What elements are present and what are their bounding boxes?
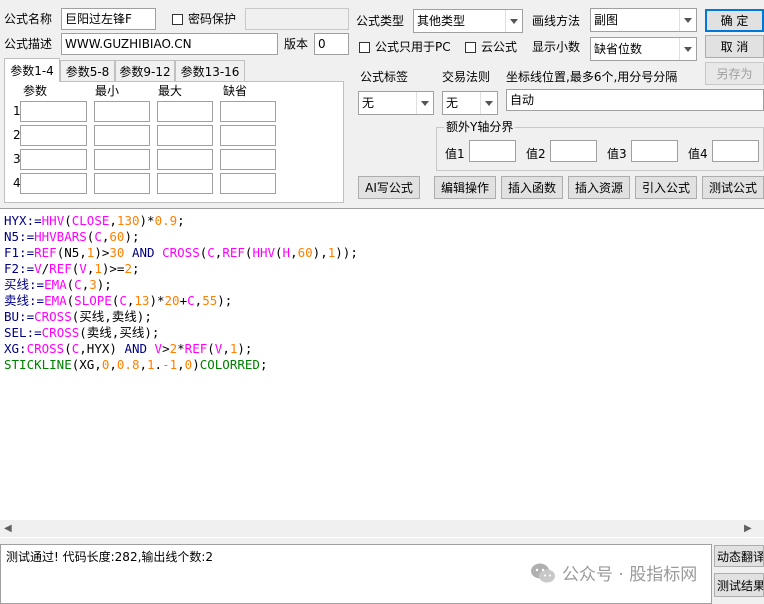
editor-horizontal-scrollbar[interactable]: ◀ ▶ (0, 520, 764, 537)
version-label: 版本 (284, 37, 309, 51)
cancel-button[interactable]: 取 消 (705, 35, 764, 58)
y-axis-group-label: 额外Y轴分界 (444, 119, 516, 135)
formula-name-input[interactable]: 巨阳过左锋F (61, 8, 156, 30)
formula-tag-select[interactable]: 无 (358, 91, 434, 115)
param-1-default[interactable] (220, 101, 276, 122)
param-4-min[interactable] (94, 173, 150, 194)
code-line: N5:=HHVBARS(C,60); (4, 229, 140, 244)
y-value-2-input[interactable] (550, 140, 597, 162)
draw-method-label: 画线方法 (532, 14, 581, 28)
y-value-3-label: 值3 (607, 147, 627, 161)
tab-params-1-4[interactable]: 参数1-4 (4, 58, 60, 82)
import-formula-button[interactable]: 引入公式 (635, 176, 697, 199)
ok-button[interactable]: 确 定 (705, 9, 764, 32)
watermark: 公众号 · 股指标网 (530, 560, 697, 585)
test-status-message: 测试通过! 代码长度:282,输出线个数:2 (6, 550, 214, 564)
pc-only-label: 公式只用于PC (375, 40, 451, 54)
insert-resource-button[interactable]: 插入资源 (568, 176, 630, 199)
code-line: F1:=REF(N5,1)>30 AND CROSS(C,REF(HHV(H,6… (4, 245, 358, 260)
y-value-3-input[interactable] (631, 140, 678, 162)
param-2-name[interactable] (20, 125, 87, 146)
param-2-min[interactable] (94, 125, 150, 146)
code-line: F2:=V/REF(V,1)>=2; (4, 261, 140, 276)
save-as-button[interactable]: 另存为 (705, 62, 764, 85)
wechat-icon (531, 563, 555, 582)
formula-type-select[interactable]: 其他类型 (413, 9, 523, 33)
chevron-down-icon (505, 10, 522, 32)
version-input[interactable]: 0 (314, 33, 349, 55)
password-checkbox[interactable] (172, 14, 183, 25)
y-value-4-input[interactable] (712, 140, 759, 162)
password-label: 密码保护 (188, 12, 237, 26)
code-line: 买线:=EMA(C,3); (4, 277, 112, 292)
formula-desc-label: 公式描述 (4, 37, 53, 51)
test-formula-button[interactable]: 测试公式 (702, 176, 764, 199)
watermark-text: 公众号 · 股指标网 (562, 565, 698, 585)
dynamic-translate-button[interactable]: 动态翻译 (714, 545, 764, 567)
code-line: XG:CROSS(C,HYX) AND V>2*REF(V,1); (4, 341, 253, 356)
param-1-name[interactable] (20, 101, 87, 122)
code-editor[interactable]: HYX:=HHV(CLOSE,130)*0.9; N5:=HHVBARS(C,6… (0, 208, 764, 538)
param-3-name[interactable] (20, 149, 87, 170)
formula-type-value: 其他类型 (417, 14, 466, 28)
scroll-left-icon[interactable]: ◀ (4, 523, 12, 534)
chevron-down-icon (480, 92, 497, 114)
param-3-default[interactable] (220, 149, 276, 170)
param-1-max[interactable] (157, 101, 213, 122)
y-value-1-input[interactable] (469, 140, 516, 162)
code-line: BU:=CROSS(买线,卖线); (4, 309, 152, 324)
param-3-max[interactable] (157, 149, 213, 170)
tab-params-9-12[interactable]: 参数9-12 (115, 60, 175, 82)
param-4-max[interactable] (157, 173, 213, 194)
chevron-down-icon (679, 38, 696, 60)
param-header-name: 参数 (23, 84, 48, 98)
params-panel: 参数 最小 最大 缺省 1 2 3 4 (4, 81, 344, 203)
decimals-value: 缺省位数 (594, 42, 643, 56)
y-value-4-label: 值4 (688, 147, 708, 161)
cloud-checkbox[interactable] (465, 42, 476, 53)
decimals-label: 显示小数 (532, 40, 581, 54)
draw-method-select[interactable]: 副图 (590, 8, 697, 32)
formula-name-label: 公式名称 (4, 12, 53, 26)
edit-ops-button[interactable]: 编辑操作 (434, 176, 496, 199)
ai-write-button[interactable]: AI写公式 (358, 176, 420, 199)
y-value-1-label: 值1 (445, 147, 465, 161)
param-2-max[interactable] (157, 125, 213, 146)
decimals-select[interactable]: 缺省位数 (590, 37, 697, 61)
code-line: SEL:=CROSS(卖线,买线); (4, 325, 160, 340)
y-value-2-label: 值2 (526, 147, 546, 161)
coord-line-input[interactable]: 自动 (506, 89, 764, 111)
param-1-min[interactable] (94, 101, 150, 122)
chevron-down-icon (416, 92, 433, 114)
chevron-down-icon (679, 9, 696, 31)
scroll-right-icon[interactable]: ▶ (744, 523, 752, 534)
param-4-name[interactable] (20, 173, 87, 194)
code-line: STICKLINE(XG,0,0.8,1.-1,0)COLORRED; (4, 357, 268, 372)
formula-tag-value: 无 (362, 96, 375, 110)
insert-function-button[interactable]: 插入函数 (501, 176, 563, 199)
trade-rule-value: 无 (446, 96, 459, 110)
trade-rule-select[interactable]: 无 (442, 91, 498, 115)
param-3-min[interactable] (94, 149, 150, 170)
param-4-default[interactable] (220, 173, 276, 194)
tab-params-13-16[interactable]: 参数13-16 (175, 60, 245, 82)
formula-desc-input[interactable]: WWW.GUZHIBIAO.CN (61, 33, 278, 55)
formula-tag-label: 公式标签 (360, 70, 409, 84)
formula-type-label: 公式类型 (356, 14, 405, 28)
param-header-min: 最小 (95, 84, 120, 98)
trade-rule-label: 交易法则 (442, 70, 491, 84)
cloud-label: 云公式 (481, 40, 518, 54)
param-header-default: 缺省 (223, 84, 248, 98)
pc-only-checkbox[interactable] (359, 42, 370, 53)
param-header-max: 最大 (158, 84, 183, 98)
password-input[interactable] (245, 8, 349, 30)
draw-method-value: 副图 (594, 13, 619, 27)
tab-params-5-8[interactable]: 参数5-8 (60, 60, 115, 82)
coord-line-label: 坐标线位置,最多6个,用分号分隔 (506, 70, 678, 84)
param-2-default[interactable] (220, 125, 276, 146)
code-line: HYX:=HHV(CLOSE,130)*0.9; (4, 213, 185, 228)
test-result-button[interactable]: 测试结果 (714, 573, 764, 597)
code-line: 卖线:=EMA(SLOPE(C,13)*20+C,55); (4, 293, 233, 308)
